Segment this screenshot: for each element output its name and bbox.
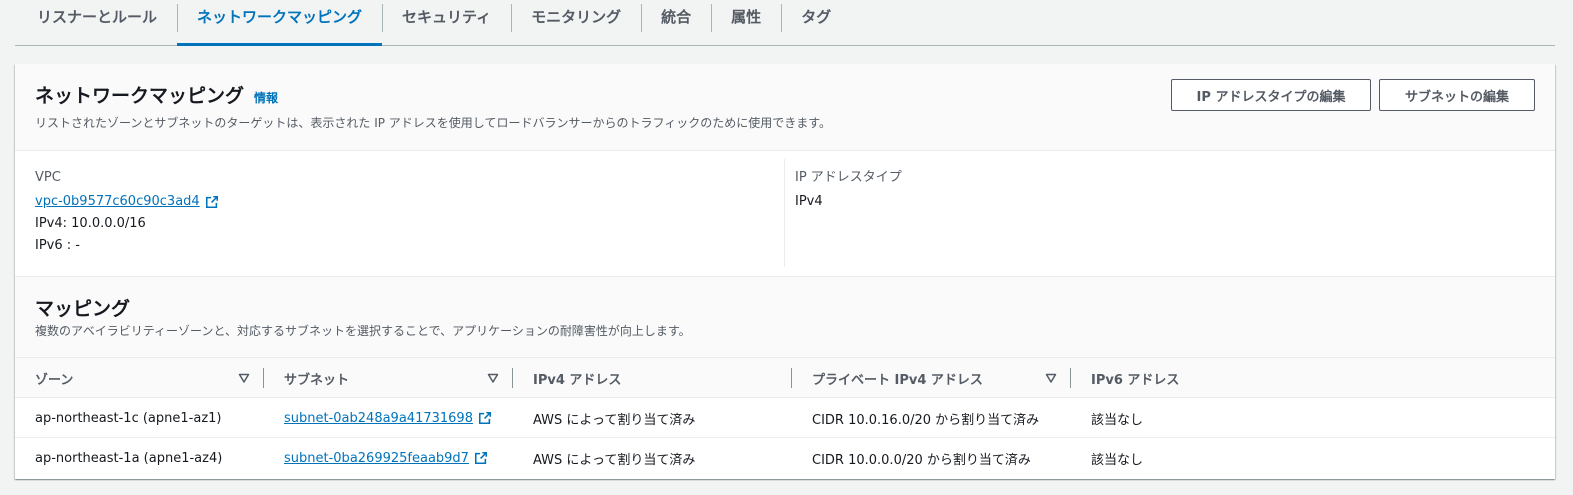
vpc-ipv6-cidr: IPv6 : - [35, 238, 80, 253]
tab-label: モニタリング [531, 8, 622, 26]
ip-address-type-value: IPv4 [795, 194, 823, 209]
table-row: ap-northeast-1a (apne1-az4) subnet-0ba26… [15, 438, 1555, 478]
sort-caret-icon [487, 373, 499, 383]
column-header-ipv4: IPv4 アドレス [533, 358, 783, 398]
vpc-column: VPC vpc-0b9577c60c90c3ad4 IPv4: 10.0.0.0… [35, 169, 219, 257]
edit-ip-address-type-button[interactable]: IP アドレスタイプの編集 [1171, 79, 1371, 111]
column-header-label: プライベート IPv4 アドレス [812, 372, 983, 388]
subnet-link[interactable]: subnet-0ba269925feaab9d7 [284, 451, 488, 466]
external-link-icon [205, 195, 218, 209]
column-divider [784, 159, 785, 267]
subnet-link-text: subnet-0ab248a9a41731698 [284, 410, 473, 426]
ipv4-cell: AWS によって割り当て済み [533, 452, 696, 468]
subnet-link-text: subnet-0ba269925feaab9d7 [284, 450, 469, 466]
mappings-description: 複数のアベイラビリティーゾーンと、対応するサブネットを選択することで、アプリケー… [35, 324, 691, 338]
column-separator [512, 368, 513, 388]
mappings-header: マッピング 複数のアベイラビリティーゾーンと、対応するサブネットを選択することで… [15, 277, 1555, 358]
ip-address-type-label: IP アドレスタイプ [795, 170, 902, 185]
private-ipv4-cell: CIDR 10.0.16.0/20 から割り当て済み [812, 412, 1040, 428]
column-separator [263, 368, 264, 388]
sort-caret-icon [1045, 373, 1057, 383]
vpc-label: VPC [35, 170, 61, 185]
tab-label: セキュリティ [402, 8, 492, 26]
column-separator [1070, 368, 1071, 388]
mappings-section: マッピング 複数のアベイラビリティーゾーンと、対応するサブネットを選択することで… [15, 277, 1555, 479]
edit-subnets-button[interactable]: サブネットの編集 [1379, 79, 1535, 111]
tab-label: ネットワークマッピング [197, 8, 363, 26]
column-header-subnet[interactable]: サブネット [284, 358, 514, 398]
tab-listeners-and-rules[interactable]: リスナーとルール [15, 0, 177, 45]
vpc-link-text: vpc-0b9577c60c90c3ad4 [35, 194, 200, 209]
column-header-label: IPv6 アドレス [1091, 372, 1180, 388]
column-header-ipv6: IPv6 アドレス [1091, 358, 1291, 398]
ip-address-type-column: IP アドレスタイプ IPv4 [795, 169, 902, 213]
mappings-title: マッピング [35, 298, 131, 320]
column-separator [791, 368, 792, 388]
column-header-label: IPv4 アドレス [533, 372, 622, 388]
tab-attributes[interactable]: 属性 [711, 0, 781, 45]
ipv4-cell: AWS によって割り当て済み [533, 412, 696, 428]
external-link-icon [474, 451, 488, 465]
tab-monitoring[interactable]: モニタリング [511, 0, 641, 45]
subnet-link[interactable]: subnet-0ab248a9a41731698 [284, 411, 492, 426]
zone-cell: ap-northeast-1a (apne1-az4) [35, 450, 223, 466]
external-link-icon [478, 411, 492, 425]
tab-integrations[interactable]: 統合 [641, 0, 711, 45]
tab-label: タグ [801, 8, 832, 26]
column-header-zone[interactable]: ゾーン [35, 358, 265, 398]
column-header-label: ゾーン [35, 372, 74, 388]
tab-label: 属性 [731, 8, 762, 26]
zone-cell: ap-northeast-1c (apne1-az1) [35, 410, 222, 426]
tab-security[interactable]: セキュリティ [382, 0, 511, 45]
tab-label: リスナーとルール [37, 8, 158, 26]
vpc-details: VPC vpc-0b9577c60c90c3ad4 IPv4: 10.0.0.0… [15, 151, 1555, 277]
ipv6-cell: 該当なし [1091, 452, 1144, 468]
network-mapping-panel: ネットワークマッピング 情報 リストされたゾーンとサブネットのターゲットは、表示… [15, 64, 1555, 479]
tab-label: 統合 [661, 8, 692, 26]
vpc-link[interactable]: vpc-0b9577c60c90c3ad4 [35, 191, 219, 213]
panel-title: ネットワークマッピング 情報 [35, 81, 278, 108]
panel-header: ネットワークマッピング 情報 リストされたゾーンとサブネットのターゲットは、表示… [15, 64, 1555, 151]
panel-title-text: ネットワークマッピング [35, 85, 245, 107]
tab-bar: リスナーとルール ネットワークマッピング セキュリティ モニタリング 統合 属性… [15, 0, 1555, 46]
column-header-private-ipv4[interactable]: プライベート IPv4 アドレス [812, 358, 1072, 398]
tab-tags[interactable]: タグ [781, 0, 851, 45]
panel-description: リストされたゾーンとサブネットのターゲットは、表示された IP アドレスを使用し… [35, 116, 832, 130]
ipv6-cell: 該当なし [1091, 412, 1144, 428]
private-ipv4-cell: CIDR 10.0.0.0/20 から割り当て済み [812, 452, 1031, 468]
info-link[interactable]: 情報 [254, 89, 278, 106]
vpc-ipv4-cidr: IPv4: 10.0.0.0/16 [35, 216, 146, 231]
mappings-table-header: ゾーン サブネット IPv4 アドレス プライベート IPv4 アドレス IPv… [15, 358, 1555, 398]
table-row: ap-northeast-1c (apne1-az1) subnet-0ab24… [15, 398, 1555, 438]
column-header-label: サブネット [284, 372, 350, 388]
sort-caret-icon [238, 373, 250, 383]
tab-network-mapping[interactable]: ネットワークマッピング [177, 0, 383, 46]
